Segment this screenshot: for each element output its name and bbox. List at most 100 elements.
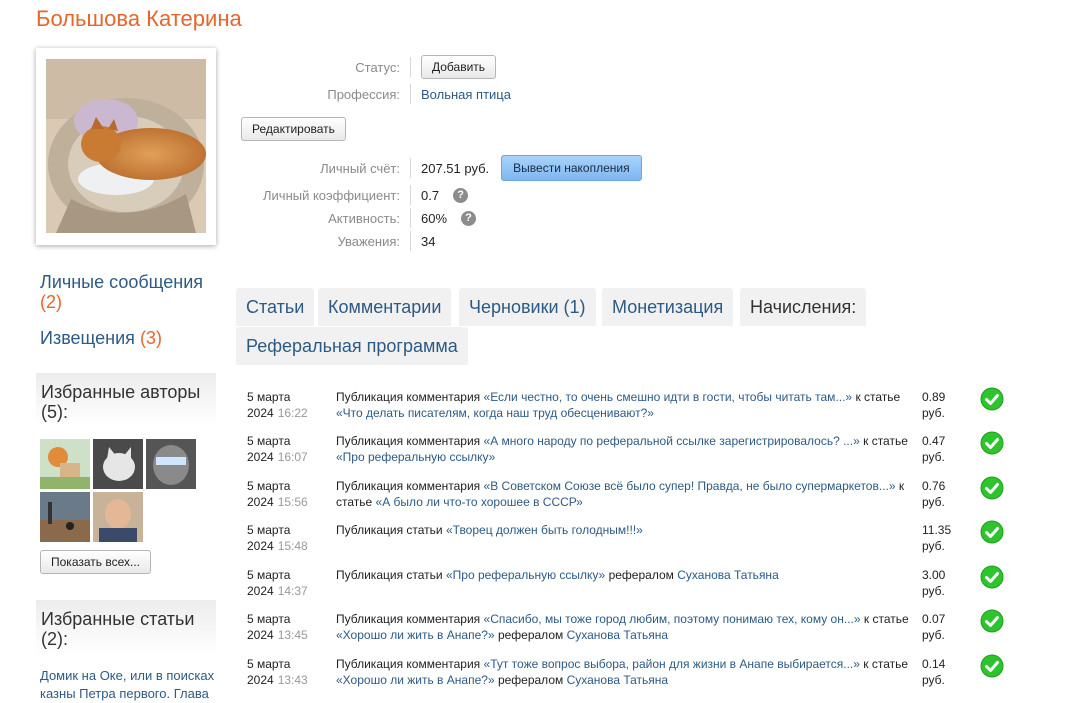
edit-profile-button[interactable]: Редактировать <box>241 117 346 141</box>
tx-date: 5 марта 2024 13:43 <box>247 656 332 688</box>
activity-value: 60% <box>421 210 448 226</box>
account-value: 207.51 руб. <box>421 160 490 176</box>
profession-label: Профессия: <box>327 86 400 102</box>
tx-date: 5 марта 2024 15:56 <box>247 478 332 510</box>
notices-count: (3) <box>139 328 162 348</box>
tx-item-link[interactable]: «В Советском Союзе всё было супер! Правд… <box>484 479 896 493</box>
fav-articles-count: (2): <box>41 629 68 649</box>
tx-referral-link[interactable]: Суханова Татьяна <box>567 628 669 642</box>
tx-item-link[interactable]: «Творец должен быть голодным!!!» <box>446 523 643 537</box>
tab-drafts[interactable]: Черновики (1) <box>459 288 596 326</box>
tx-time: 15:48 <box>277 539 308 553</box>
tx-amount: 3.00 руб. <box>922 568 946 598</box>
check-circle-icon <box>980 431 1004 459</box>
tx-type: Публикация комментария <box>336 657 481 671</box>
tx-item-link[interactable]: «Про реферальную ссылку» <box>446 568 605 582</box>
tx-time: 16:07 <box>277 450 308 464</box>
withdraw-button[interactable]: Вывести накопления <box>501 155 642 181</box>
tx-article-link[interactable]: «Про реферальную ссылку» <box>336 450 495 464</box>
status-row: Статус: Добавить <box>0 55 600 79</box>
tx-link-word: к статье <box>855 390 901 404</box>
tx-article-link[interactable]: «Что делать писателям, когда наш труд об… <box>336 406 654 420</box>
tx-time: 14:37 <box>277 584 308 598</box>
tx-time: 15:56 <box>277 495 308 509</box>
tx-date: 5 марта 2024 14:37 <box>247 567 332 599</box>
tx-description: Публикация комментария «Если честно, то … <box>336 389 916 421</box>
tx-description: Публикация комментария «Тут тоже вопрос … <box>336 656 916 688</box>
show-all-authors-button[interactable]: Показать всех... <box>40 550 151 574</box>
tx-type: Публикация комментария <box>336 434 481 448</box>
tx-article-link[interactable]: «Хорошо ли жить в Анапе?» <box>336 628 495 642</box>
tx-link-word: к статье <box>863 434 908 448</box>
profession-link[interactable]: Вольная птица <box>421 87 511 102</box>
question-circle-icon[interactable]: ? <box>453 187 469 203</box>
respect-label: Уважения: <box>337 233 400 249</box>
check-circle-icon <box>980 476 1004 504</box>
divider <box>410 57 411 77</box>
tx-time: 13:43 <box>277 673 308 687</box>
tab-comments[interactable]: Комментарии <box>318 288 452 326</box>
table-row: 5 марта 2024 14:37 Публикация статьи «Про … <box>236 559 1026 603</box>
tx-type: Публикация статьи <box>336 523 443 537</box>
account-label: Личный счёт: <box>320 160 400 176</box>
notifications-link[interactable]: Извещения (3) <box>40 328 162 348</box>
question-circle-icon[interactable]: ? <box>461 210 477 226</box>
tx-amount: 0.89 руб. <box>922 390 946 420</box>
fav-articles-title: Избранные статьи <box>41 609 195 629</box>
fav-authors-title: Избранные авторы <box>41 382 201 402</box>
author-avatar[interactable] <box>40 492 90 542</box>
check-circle-icon <box>980 520 1004 548</box>
favorite-article-link[interactable]: Домик на Оке, или в поисках казны Петра … <box>40 667 220 703</box>
tx-type: Публикация статьи <box>336 568 443 582</box>
favorite-articles-header: Избранные статьи (2): <box>36 600 216 655</box>
author-avatar[interactable] <box>93 439 143 489</box>
status-label: Статус: <box>355 59 400 75</box>
tab-articles[interactable]: Статьи <box>236 288 315 326</box>
coef-row: Личный коэффициент: 0.7 ? <box>0 184 600 206</box>
author-avatar[interactable] <box>93 492 143 542</box>
tx-item-link[interactable]: «А много народу по реферальной ссылке за… <box>484 434 860 448</box>
tx-description: Публикация статьи «Творец должен быть го… <box>336 522 916 538</box>
tx-description: Публикация статьи «Про реферальную ссылк… <box>336 567 916 583</box>
author-avatar[interactable] <box>40 439 90 489</box>
tx-amount: 0.07 руб. <box>922 612 946 642</box>
check-circle-icon <box>980 565 1004 593</box>
tx-amount: 0.14 руб. <box>922 657 946 687</box>
tx-date: 5 марта 2024 15:48 <box>247 522 332 554</box>
table-row: 5 марта 2024 13:45 Публикация комментария … <box>236 603 1026 647</box>
respect-row: Уважения: 34 <box>0 230 600 252</box>
tx-link-word: к статье <box>863 657 909 671</box>
tx-description: Публикация комментария «Спасибо, мы тоже… <box>336 611 916 643</box>
tx-amount: 11.35 руб. <box>922 523 952 553</box>
account-row: Личный счёт: 207.51 руб. Вывести накопле… <box>0 155 700 181</box>
tab-accruals[interactable]: Начисления: <box>740 288 867 326</box>
check-circle-icon <box>980 654 1004 682</box>
tx-article-link[interactable]: «Хорошо ли жить в Анапе?» <box>336 673 495 687</box>
tx-time: 16:22 <box>277 406 308 420</box>
notices-label: Извещения <box>40 328 135 348</box>
divider <box>410 208 411 228</box>
respect-value: 34 <box>421 233 436 249</box>
author-avatar[interactable] <box>146 439 196 489</box>
personal-messages-link[interactable]: Личные сообщения (2) <box>40 272 220 312</box>
tx-item-link[interactable]: «Если честно, то очень смешно идти в гос… <box>484 390 853 404</box>
messages-count: (2) <box>40 292 62 312</box>
favorite-authors-header: Избранные авторы (5): <box>36 373 216 428</box>
tx-time: 13:45 <box>277 628 308 642</box>
add-status-button[interactable]: Добавить <box>421 55 497 79</box>
tx-referral-link[interactable]: Суханова Татьяна <box>567 673 669 687</box>
divider <box>410 185 411 205</box>
tx-type: Публикация комментария <box>336 612 481 626</box>
tx-referral-link[interactable]: Суханова Татьяна <box>677 568 779 582</box>
tx-ref-word: рефералом <box>497 628 564 642</box>
tx-date: 5 марта 2024 13:45 <box>247 611 332 643</box>
tx-type: Публикация комментария <box>336 390 481 404</box>
tab-referral[interactable]: Реферальная программа <box>236 327 468 365</box>
profile-name: Большова Катерина <box>36 6 242 31</box>
tx-ref-word: рефералом <box>497 673 564 687</box>
tx-article-link[interactable]: «А было ли что-то хорошее в СССР» <box>376 495 583 509</box>
tx-item-link[interactable]: «Спасибо, мы тоже город любим, поэтому п… <box>484 612 861 626</box>
tx-item-link[interactable]: «Тут тоже вопрос выбора, район для жизни… <box>484 657 860 671</box>
tab-monetization[interactable]: Монетизация <box>602 288 734 326</box>
table-row: 5 марта 2024 13:43 Публикация комментария … <box>236 648 1026 692</box>
